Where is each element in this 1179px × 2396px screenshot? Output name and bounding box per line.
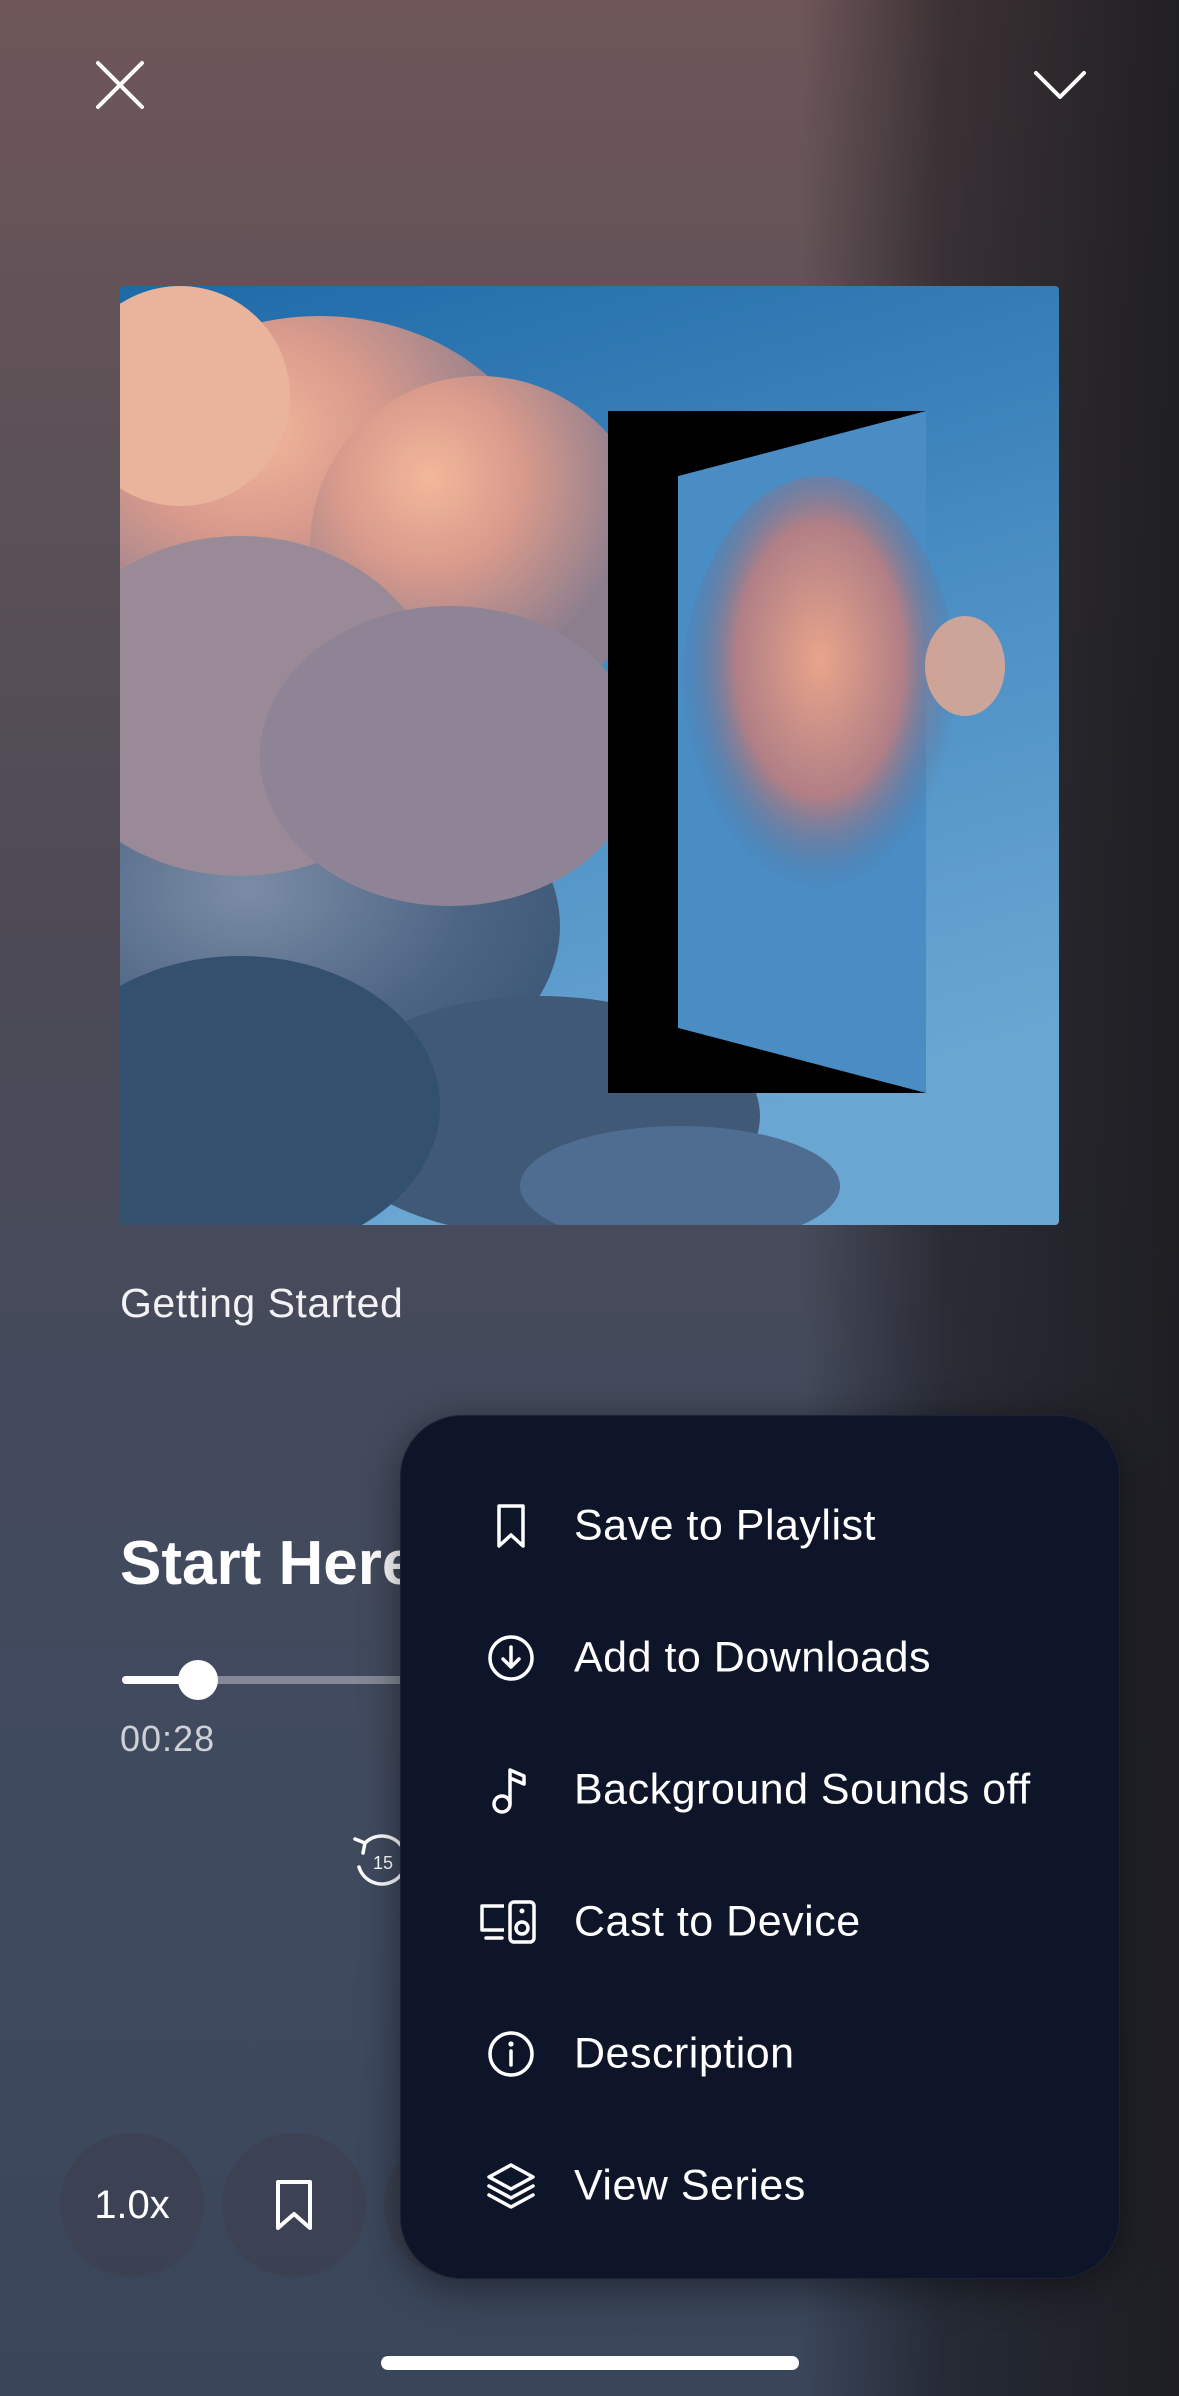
close-icon	[96, 61, 144, 109]
artwork-image	[120, 286, 1059, 1225]
playback-speed-label: 1.0x	[94, 2182, 170, 2227]
download-icon	[483, 1630, 539, 1686]
close-button[interactable]	[80, 45, 160, 125]
options-menu: Save to Playlist Add to Downloads Backgr…	[400, 1415, 1120, 2279]
player-screen: Getting Started Start Here 00:28 15 1.0x	[0, 0, 1179, 2396]
menu-item-label: Background Sounds off	[574, 1765, 1031, 1814]
episode-title: Start Here	[120, 1529, 417, 1598]
collapse-button[interactable]	[1020, 45, 1100, 125]
series-title: Getting Started	[120, 1280, 404, 1326]
menu-item-label: View Series	[574, 2161, 806, 2210]
menu-item-description[interactable]: Description	[401, 1999, 1119, 2109]
menu-item-label: Save to Playlist	[574, 1501, 876, 1550]
cast-device-icon	[477, 1894, 541, 1950]
playback-speed-button[interactable]: 1.0x	[60, 2133, 204, 2277]
menu-item-label: Add to Downloads	[574, 1633, 931, 1682]
layers-icon	[483, 2158, 539, 2214]
menu-item-label: Description	[574, 2029, 795, 2078]
elapsed-time: 00:28	[120, 1718, 216, 1759]
bookmark-icon	[483, 1498, 539, 1554]
bookmark-button[interactable]	[222, 2133, 366, 2277]
menu-item-save-to-playlist[interactable]: Save to Playlist	[401, 1471, 1119, 1581]
bookmark-icon	[276, 2180, 312, 2230]
music-note-icon	[483, 1762, 539, 1818]
menu-item-background-sounds[interactable]: Background Sounds off	[401, 1735, 1119, 1845]
menu-item-view-series[interactable]: View Series	[401, 2131, 1119, 2241]
menu-item-label: Cast to Device	[574, 1897, 861, 1946]
menu-item-cast-to-device[interactable]: Cast to Device	[401, 1867, 1119, 1977]
chevron-down-icon	[1034, 71, 1086, 99]
menu-item-add-to-downloads[interactable]: Add to Downloads	[401, 1603, 1119, 1713]
rewind-seconds: 15	[373, 1853, 393, 1873]
progress-knob[interactable]	[177, 1660, 218, 1700]
home-indicator[interactable]	[381, 2356, 799, 2370]
info-icon	[483, 2026, 539, 2082]
